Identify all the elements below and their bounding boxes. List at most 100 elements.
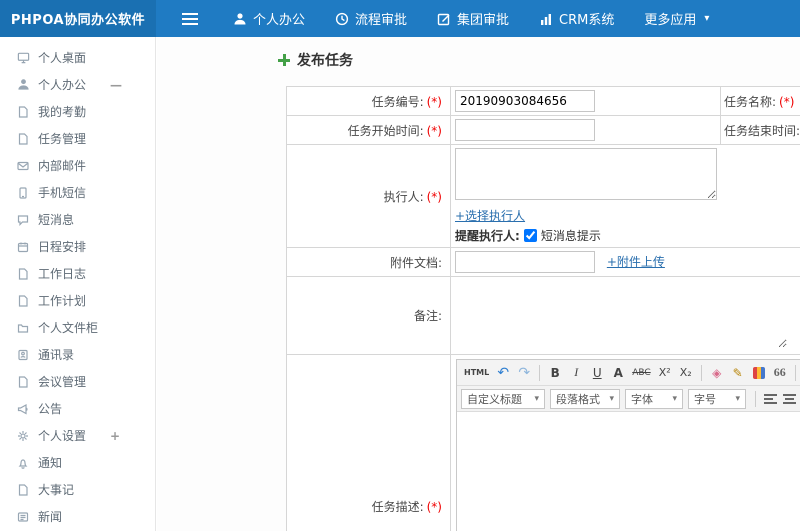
document-icon [17,105,30,118]
mail-icon [17,159,30,172]
bell-icon [17,456,30,469]
sidebar-item-events[interactable]: 大事记 [0,476,155,503]
nav-label: 流程审批 [355,13,408,28]
sidebar-item-attendance[interactable]: 我的考勤 [0,98,155,125]
sidebar-item-phone-sms[interactable]: 手机短信 [0,179,155,206]
format-brush-button[interactable]: ✎ [728,363,748,383]
blockquote-button[interactable]: 66 [770,363,790,383]
editor-toolbar-row-1: HTML ↶ ↷ B I U A ABC X² X₂ ◈ ✎ 66 [457,360,800,386]
editor-toolbar-row-2: 自定义标题 ▾ 段落格式 ▾ 字体 ▾ 字号 ▾ [457,386,800,412]
font-family-select[interactable]: 字体 ▾ [625,388,683,409]
required-mark: (*) [426,499,442,514]
remark-textarea[interactable] [455,280,787,348]
caret-down-icon: ▾ [609,393,614,404]
attachment-input[interactable] [455,251,595,273]
sidebar-item-label: 手机短信 [38,186,87,200]
sidebar-item-task-management[interactable]: 任务管理 [0,125,155,152]
start-time-input[interactable] [455,119,595,141]
align-left-button[interactable] [761,389,779,409]
sidebar-item-notice[interactable]: 通知 [0,449,155,476]
sidebar-item-schedule[interactable]: 日程安排 [0,233,155,260]
editor-body[interactable] [457,412,800,531]
nav-label: 更多应用 [644,13,697,28]
remove-format-button[interactable]: ◈ [707,363,727,383]
nav-label: 集团审批 [457,13,510,28]
superscript-button[interactable]: X² [655,363,675,383]
document-icon [17,132,30,145]
attachment-label: 附件文档: [389,255,442,270]
underline-button[interactable]: U [587,363,607,383]
html-source-button[interactable]: HTML [461,363,492,383]
color-palette-icon [752,366,765,379]
nav-label: CRM系统 [559,13,615,28]
chat-bubble-icon [17,213,30,226]
sidebar-item-short-message[interactable]: 短消息 [0,206,155,233]
nav-personal-office[interactable]: 个人办公 [218,0,320,37]
align-left-icon [763,393,777,404]
folder-icon [17,321,30,334]
required-mark: (*) [426,123,442,138]
sidebar-item-label: 工作计划 [38,294,87,308]
caret-down-icon: ▾ [534,393,539,404]
align-center-button[interactable] [780,389,798,409]
sidebar-item-file-cabinet[interactable]: 个人文件柜 [0,314,155,341]
subscript-button[interactable]: X₂ [676,363,696,383]
desktop-icon [17,51,30,64]
sidebar-item-label: 内部邮件 [38,159,87,173]
paragraph-format-select[interactable]: 段落格式 ▾ [550,388,620,409]
attachment-upload-link[interactable]: +附件上传 [607,255,665,269]
topbar: PHPOA协同办公软件 个人办公 流程审批 集团审批 CRM系统 更多应用 ▾ [0,0,800,37]
menu-toggle-button[interactable] [170,0,210,37]
expand-icon[interactable]: + [110,429,120,443]
sidebar-item-announcement[interactable]: 公告 [0,395,155,422]
start-time-label: 任务开始时间: [347,123,424,138]
sidebar-item-label: 短消息 [38,213,75,227]
sidebar-item-news[interactable]: 新闻 [0,503,155,530]
heading-select[interactable]: 自定义标题 ▾ [461,388,545,409]
sidebar-item-label: 个人桌面 [38,51,87,65]
sidebar-item-label: 个人设置 [38,429,87,443]
redo-button[interactable]: ↷ [514,363,534,383]
font-color-button[interactable]: A [608,363,628,383]
required-mark: (*) [426,189,442,204]
sidebar-item-label: 会议管理 [38,375,87,389]
executor-label: 执行人: [383,189,424,204]
collapse-icon[interactable]: — [110,78,122,92]
sidebar-item-personal-office[interactable]: 个人办公 — [0,71,155,98]
nav-more-apps[interactable]: 更多应用 ▾ [629,0,724,37]
task-description-label: 任务描述: [371,499,424,514]
sidebar-item-work-plan[interactable]: 工作计划 [0,287,155,314]
font-size-select[interactable]: 字号 ▾ [688,388,746,409]
app-logo: PHPOA协同办公软件 [0,0,156,37]
choose-executor-link[interactable]: +选择执行人 [455,209,525,223]
toolbar-separator [700,364,702,381]
sidebar-item-label: 通讯录 [38,348,75,362]
strikethrough-button[interactable]: ABC [629,363,653,383]
sidebar-item-internal-mail[interactable]: 内部邮件 [0,152,155,179]
sms-remind-checkbox[interactable] [523,229,537,242]
page-title: 发布任务 [278,50,353,70]
sidebar-item-desktop[interactable]: 个人桌面 [0,44,155,71]
sidebar-item-meeting[interactable]: 会议管理 [0,368,155,395]
end-time-label: 任务结束时间: [724,123,800,138]
document-icon [17,294,30,307]
nav-workflow-approval[interactable]: 流程审批 [320,0,422,37]
task-no-input[interactable] [455,90,595,112]
required-mark: (*) [779,94,795,109]
nav-group-approval[interactable]: 集团审批 [422,0,524,37]
undo-button[interactable]: ↶ [493,363,513,383]
sidebar-item-personal-settings[interactable]: 个人设置 + [0,422,155,449]
italic-button[interactable]: I [566,363,586,383]
sidebar-item-contacts[interactable]: 通讯录 [0,341,155,368]
toolbar-separator [794,364,796,381]
nav-crm[interactable]: CRM系统 [524,0,629,37]
executor-textarea[interactable] [455,148,717,200]
calendar-icon [17,240,30,253]
highlight-color-button[interactable] [749,363,769,383]
document-icon [17,483,30,496]
bold-button[interactable]: B [545,363,565,383]
sidebar-item-work-log[interactable]: 工作日志 [0,260,155,287]
toolbar-separator [539,364,541,381]
clock-icon [335,12,349,26]
phone-icon [17,186,30,199]
